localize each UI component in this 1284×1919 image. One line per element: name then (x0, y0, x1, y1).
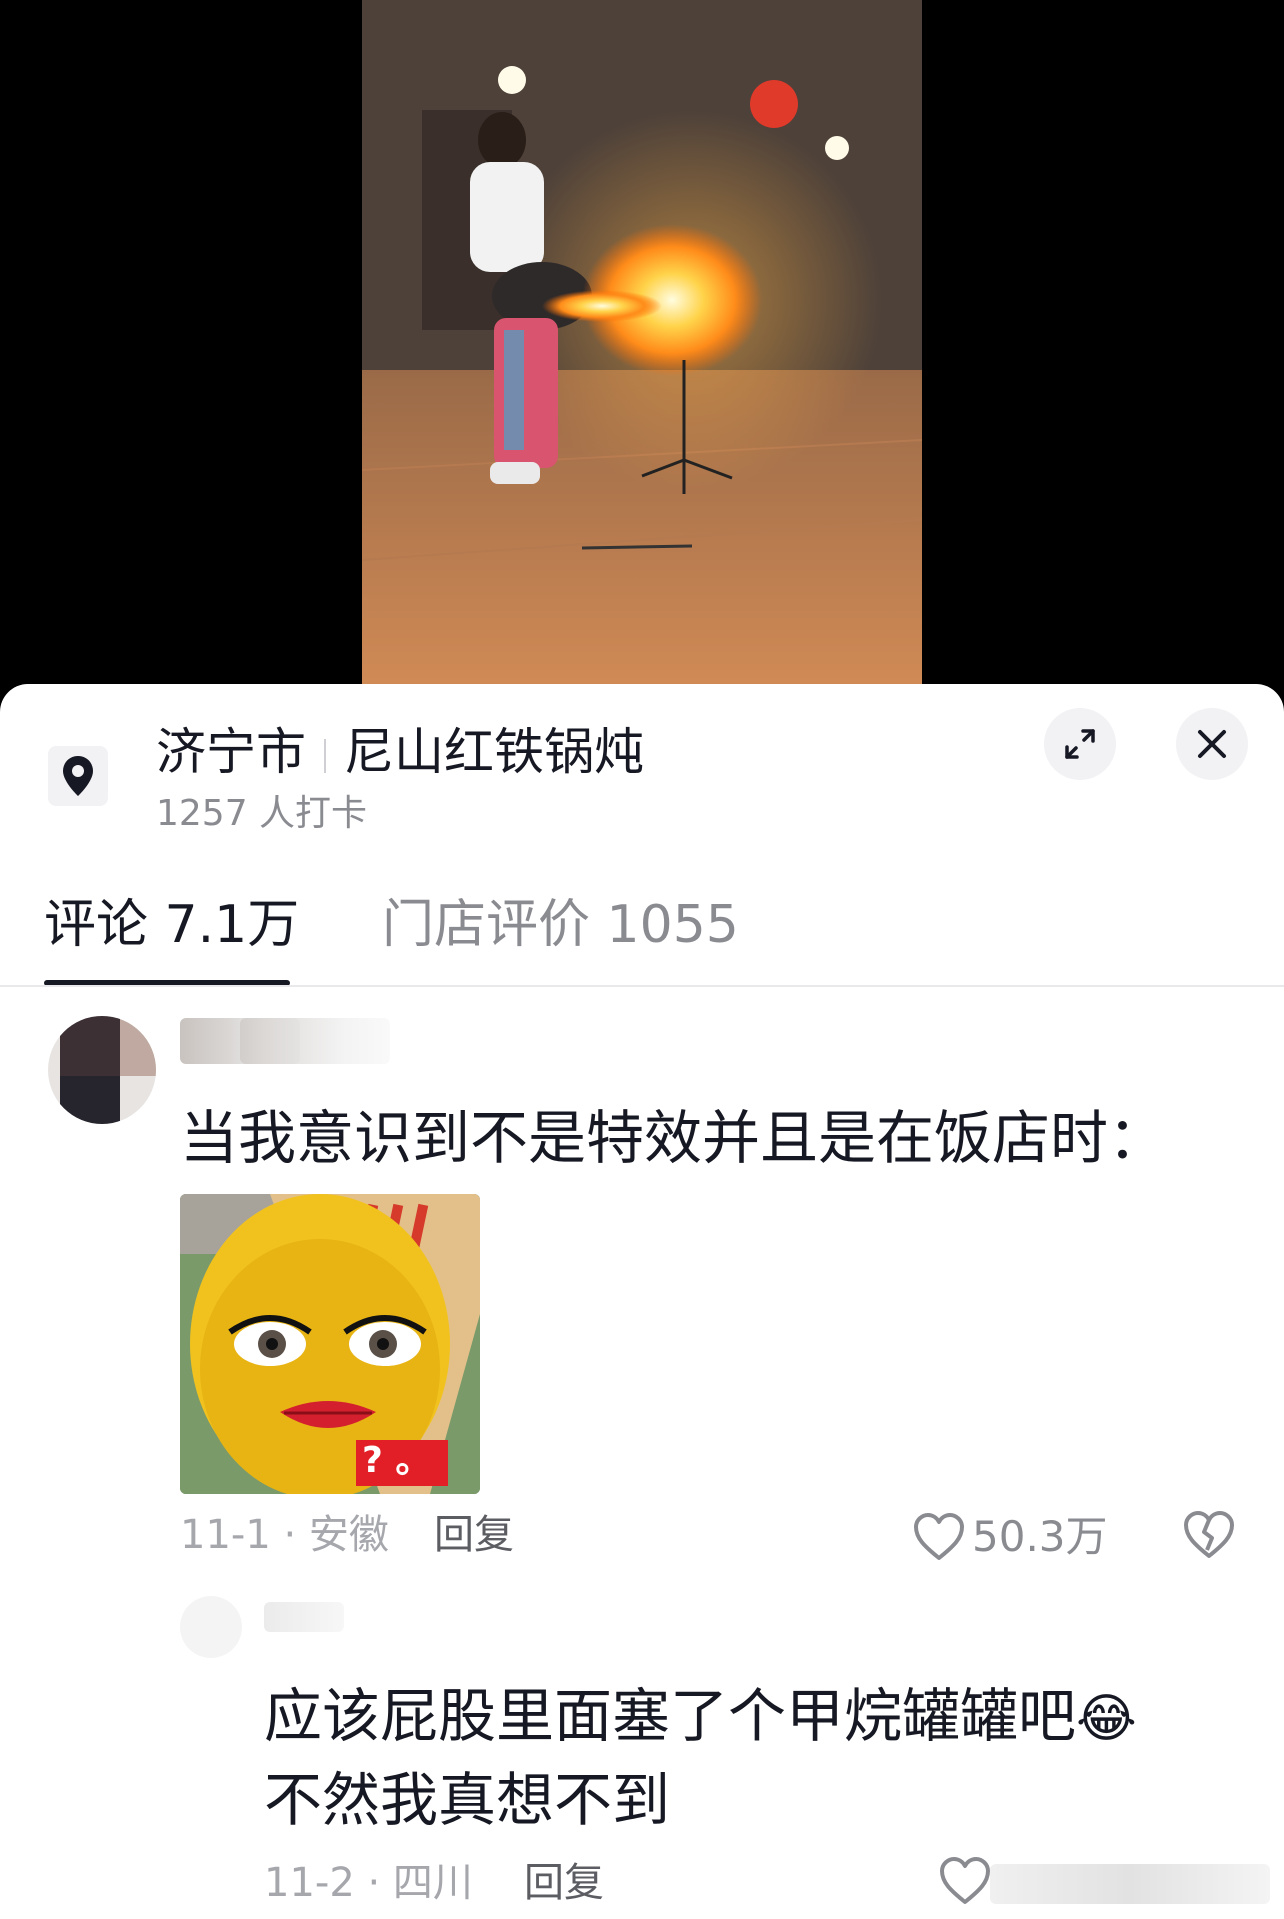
reply-avatar[interactable] (180, 1596, 242, 1658)
video-player[interactable] (0, 0, 1284, 690)
reply-username-blurred[interactable] (264, 1602, 344, 1632)
location-title[interactable]: 济宁市 尼山红铁锅炖 (156, 720, 644, 784)
tab-comments[interactable]: 评论 7.1万 (44, 890, 299, 960)
heart-icon (914, 1513, 964, 1560)
comment-date-region: 11-1 · 安徽 (180, 1512, 389, 1558)
like-count: 50.3万 (972, 1512, 1108, 1561)
checkin-count: 1257 人打卡 (156, 793, 368, 834)
location-pin-icon[interactable] (48, 746, 108, 806)
comment-text: 当我意识到不是特效并且是在饭店时： (180, 1104, 1167, 1172)
like-button[interactable]: 50.3万 (912, 1510, 1108, 1564)
comment-sheet: 济宁市 尼山红铁锅炖 1257 人打卡 评论 7.1万 门店评价 1055 当我意… (0, 684, 1284, 1919)
laughing-emoji-icon: 😂 (1076, 1689, 1137, 1749)
broken-heart-icon (1184, 1511, 1234, 1558)
close-icon (1198, 730, 1226, 758)
video-scene (362, 0, 922, 684)
title-separator (324, 738, 326, 773)
reply-text-line-2: 不然我真想不到 (264, 1766, 671, 1834)
yellow-face-image (180, 1194, 480, 1494)
close-button[interactable] (1176, 708, 1248, 780)
location-place: 尼山红铁锅炖 (344, 723, 644, 781)
reply-like-button[interactable] (938, 1856, 992, 1910)
image-badge-text: ? 。 (362, 1440, 432, 1481)
heart-icon (940, 1857, 990, 1904)
watermark-blur (990, 1864, 1270, 1904)
reply-button[interactable]: 回复 (434, 1508, 514, 1562)
reply-reply-button[interactable]: 回复 (524, 1856, 604, 1910)
video-frame (362, 0, 922, 684)
expand-button[interactable] (1044, 708, 1116, 780)
reply-text-line-1: 应该屁股里面塞了个甲烷罐罐吧😂 (264, 1674, 1137, 1761)
tab-divider (0, 985, 1284, 987)
comment-image[interactable]: ? 。 (180, 1194, 480, 1494)
reply-text-main: 应该屁股里面塞了个甲烷罐罐吧 (264, 1682, 1077, 1750)
tab-store-reviews[interactable]: 门店评价 1055 (382, 890, 739, 960)
dislike-button[interactable] (1182, 1510, 1236, 1564)
expand-icon (1065, 729, 1095, 759)
location-city: 济宁市 (156, 723, 306, 781)
username-blurred-tail (240, 1018, 390, 1064)
avatar[interactable] (48, 1016, 156, 1124)
reply-date-region: 11-2 · 四川 (264, 1860, 473, 1906)
